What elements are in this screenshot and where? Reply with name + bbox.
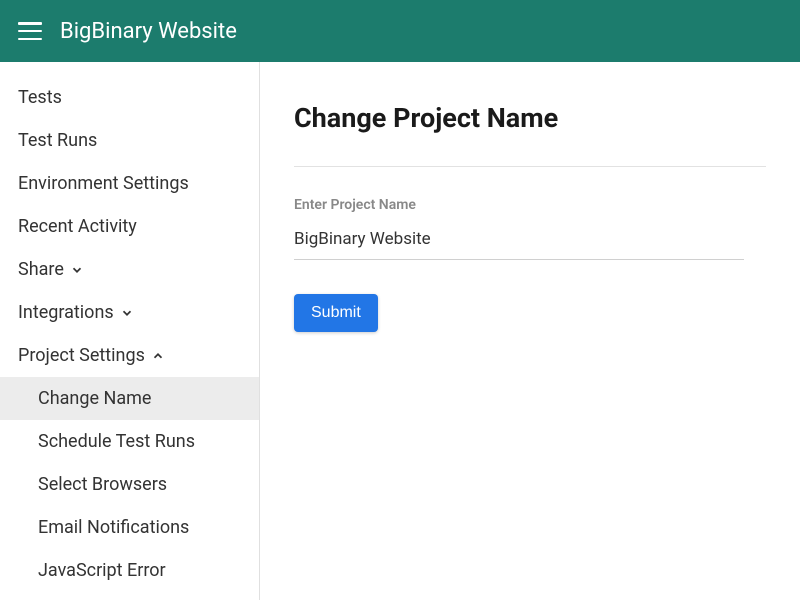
- project-name-label: Enter Project Name: [294, 197, 766, 213]
- hamburger-menu-icon[interactable]: [18, 22, 42, 40]
- sidebar-sub-select-browsers[interactable]: Select Browsers: [0, 463, 259, 506]
- sidebar: Tests Test Runs Environment Settings Rec…: [0, 62, 260, 600]
- app-title: BigBinary Website: [60, 19, 237, 44]
- project-name-input[interactable]: [294, 223, 744, 260]
- sidebar-item-share[interactable]: Share: [0, 248, 259, 291]
- sidebar-item-project-settings[interactable]: Project Settings: [0, 334, 259, 377]
- sidebar-sub-javascript-error[interactable]: JavaScript Error: [0, 549, 259, 592]
- sidebar-item-label: Change Name: [38, 388, 151, 409]
- sidebar-sub-email-notifications[interactable]: Email Notifications: [0, 506, 259, 549]
- sidebar-item-label: Project Settings: [18, 345, 145, 366]
- sidebar-item-label: JavaScript Error: [38, 560, 166, 581]
- sidebar-item-test-runs[interactable]: Test Runs: [0, 119, 259, 162]
- chevron-down-icon: [70, 263, 84, 277]
- sidebar-item-integrations[interactable]: Integrations: [0, 291, 259, 334]
- sidebar-sub-grouping-of-tests[interactable]: Grouping of Tests: [0, 592, 259, 600]
- divider: [294, 166, 766, 167]
- sidebar-item-label: Schedule Test Runs: [38, 431, 195, 452]
- sidebar-sub-change-name[interactable]: Change Name: [0, 377, 259, 420]
- sidebar-item-recent-activity[interactable]: Recent Activity: [0, 205, 259, 248]
- sidebar-item-label: Email Notifications: [38, 517, 189, 538]
- sidebar-item-label: Select Browsers: [38, 474, 167, 495]
- sidebar-item-label: Environment Settings: [18, 173, 189, 194]
- sidebar-item-label: Recent Activity: [18, 216, 137, 237]
- sidebar-item-label: Share: [18, 259, 64, 280]
- sidebar-item-label: Tests: [18, 87, 62, 108]
- sidebar-item-tests[interactable]: Tests: [0, 76, 259, 119]
- main-content: Change Project Name Enter Project Name S…: [260, 62, 800, 600]
- app-header: BigBinary Website: [0, 0, 800, 62]
- page-title: Change Project Name: [294, 102, 766, 134]
- sidebar-item-label: Test Runs: [18, 130, 97, 151]
- sidebar-item-label: Integrations: [18, 302, 114, 323]
- sidebar-sub-schedule-test-runs[interactable]: Schedule Test Runs: [0, 420, 259, 463]
- sidebar-item-environment-settings[interactable]: Environment Settings: [0, 162, 259, 205]
- chevron-down-icon: [120, 306, 134, 320]
- submit-button[interactable]: Submit: [294, 294, 378, 332]
- chevron-up-icon: [151, 349, 165, 363]
